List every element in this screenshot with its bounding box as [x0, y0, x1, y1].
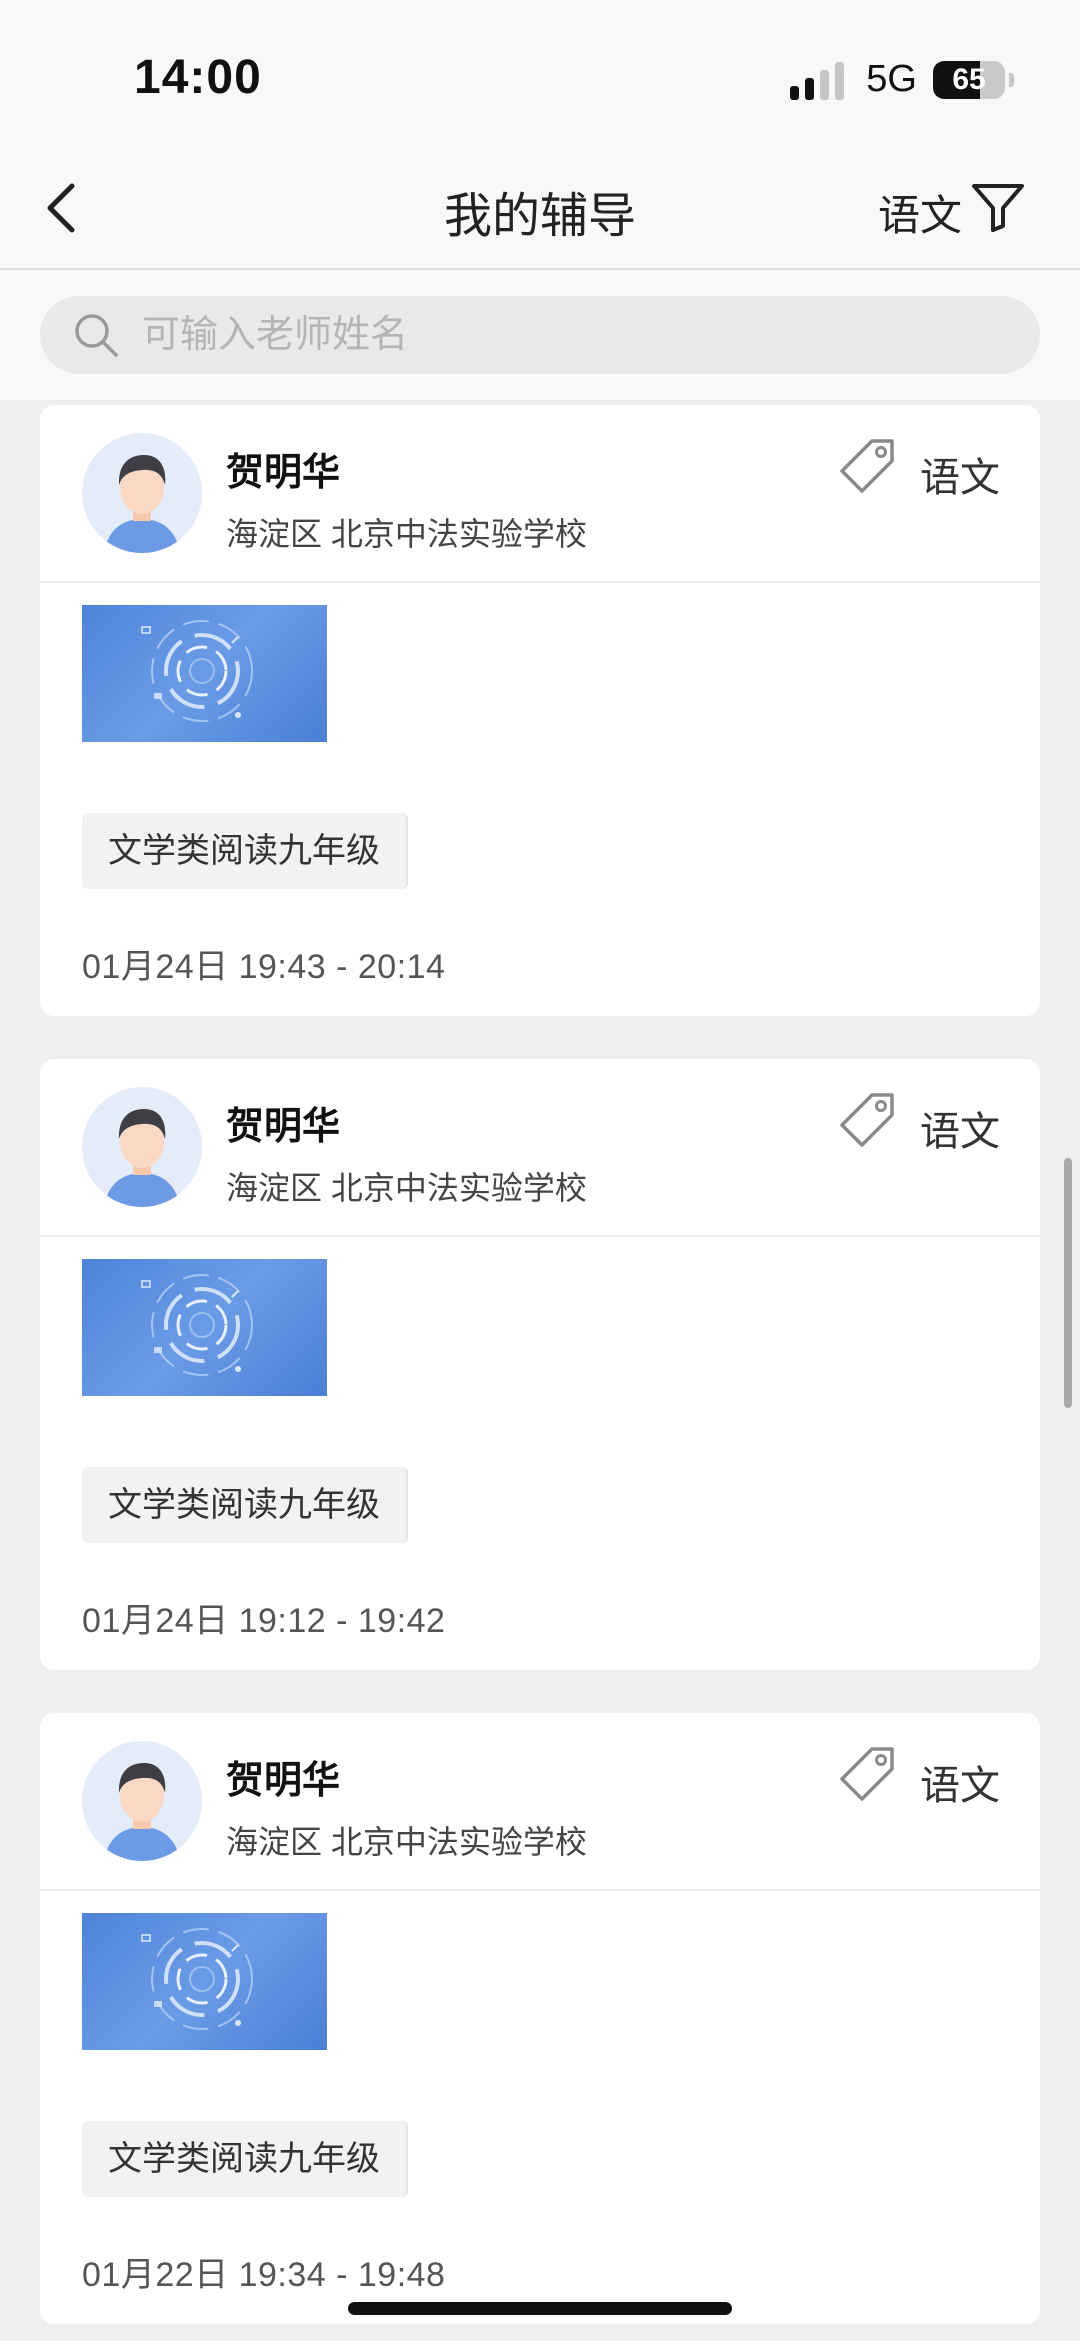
- filter-icon[interactable]: [970, 182, 1026, 232]
- search-icon: [75, 314, 118, 357]
- tag-icon: [840, 1747, 894, 1801]
- topic-tag: 文学类阅读九年级: [82, 813, 408, 889]
- video-thumbnail[interactable]: [82, 1259, 327, 1396]
- search-input[interactable]: [142, 313, 1002, 357]
- status-time: 14:00: [134, 51, 262, 104]
- battery-cap: [1009, 72, 1014, 87]
- subject-label: 语文: [920, 1764, 1000, 1808]
- session-time: 01月24日 19:43 - 20:14: [82, 948, 446, 986]
- session-time: 01月22日 19:34 - 19:48: [82, 2256, 446, 2294]
- avatar: [82, 1087, 202, 1207]
- signal-icon: [790, 60, 845, 100]
- avatar: [82, 1741, 202, 1861]
- teacher-name: 贺明华: [226, 1760, 341, 1802]
- home-indicator[interactable]: [348, 2302, 732, 2315]
- teacher-name: 贺明华: [226, 1106, 341, 1148]
- teacher-school: 海淀区 北京中法实验学校: [226, 1824, 587, 1860]
- teacher-school: 海淀区 北京中法实验学校: [226, 1170, 587, 1206]
- card-divider: [40, 1235, 1040, 1237]
- subject-label: 语文: [920, 456, 1000, 500]
- teacher-school: 海淀区 北京中法实验学校: [226, 516, 587, 552]
- scrollbar[interactable]: [1064, 1158, 1072, 1408]
- video-thumbnail[interactable]: [82, 605, 327, 742]
- session-time: 01月24日 19:12 - 19:42: [82, 1602, 446, 1640]
- filter-subject-label[interactable]: 语文: [878, 182, 962, 243]
- status-indicators: 5G 65: [790, 58, 1014, 101]
- avatar: [82, 433, 202, 553]
- card-divider: [40, 1889, 1040, 1891]
- search-box[interactable]: [40, 296, 1040, 374]
- topic-tag: 文学类阅读九年级: [82, 2121, 408, 2197]
- tag-icon: [840, 439, 894, 493]
- teacher-name: 贺明华: [226, 452, 341, 494]
- tag-icon: [840, 1093, 894, 1147]
- video-thumbnail[interactable]: [82, 1913, 327, 2050]
- header: 14:00 5G 65 我的辅导 语文: [0, 0, 1080, 270]
- tutoring-list: 贺明华 海淀区 北京中法实验学校 语文 文学类阅读九年级 01月24日 19:4…: [40, 405, 1040, 2341]
- topic-tag: 文学类阅读九年级: [82, 1467, 408, 1543]
- battery-level: 65: [952, 62, 986, 96]
- network-type: 5G: [866, 58, 917, 100]
- tutoring-card[interactable]: 贺明华 海淀区 北京中法实验学校 语文 文学类阅读九年级 01月24日 19:4…: [40, 405, 1040, 1016]
- battery-icon: 65: [933, 60, 1005, 99]
- card-divider: [40, 581, 1040, 583]
- tutoring-card[interactable]: 贺明华 海淀区 北京中法实验学校 语文 文学类阅读九年级 01月22日 19:3…: [40, 1713, 1040, 2324]
- tutoring-card[interactable]: 贺明华 海淀区 北京中法实验学校 语文 文学类阅读九年级 01月24日 19:1…: [40, 1059, 1040, 1670]
- search-bar: [0, 270, 1080, 400]
- subject-label: 语文: [920, 1110, 1000, 1154]
